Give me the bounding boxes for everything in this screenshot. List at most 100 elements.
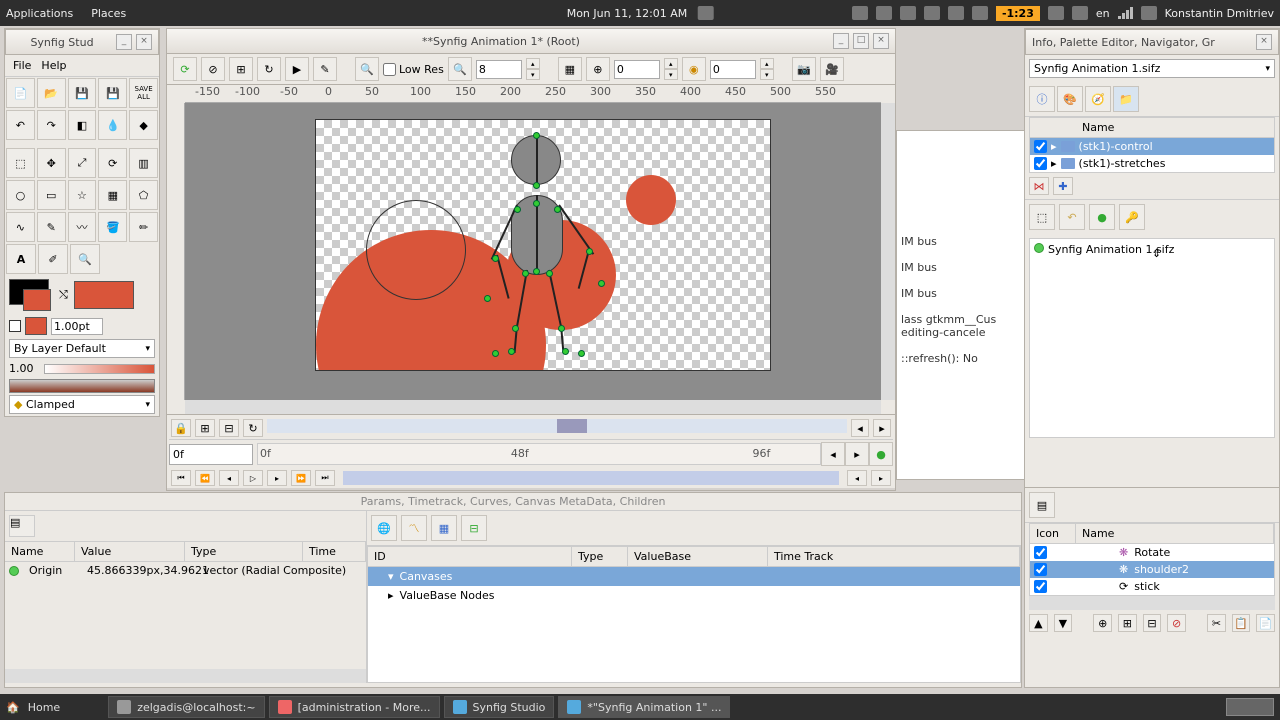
grid-icon[interactable]: ▦ xyxy=(558,57,582,81)
user-icon[interactable] xyxy=(1141,6,1157,20)
seek-left-icon[interactable]: ◂ xyxy=(851,419,869,437)
delete-icon[interactable]: ⊘ xyxy=(1167,614,1186,632)
metadata-icon[interactable]: ▦ xyxy=(431,515,457,541)
seek-start-icon[interactable]: ⏮ xyxy=(171,470,191,486)
select-all-icon[interactable]: ⊞ xyxy=(229,57,253,81)
canvas-content[interactable] xyxy=(315,119,771,371)
home-icon[interactable] xyxy=(900,6,916,20)
tool-a-icon[interactable]: ◧ xyxy=(68,110,97,140)
canvas-titlebar[interactable]: **Synfig Animation 1* (Root) _ □ × xyxy=(166,28,896,54)
redo-icon[interactable]: ↷ xyxy=(37,110,66,140)
tool1-icon[interactable]: ⬚ xyxy=(1029,204,1055,230)
layer-dup-icon[interactable]: ⊟ xyxy=(219,419,239,437)
playback-slider[interactable] xyxy=(343,471,839,485)
quality-up[interactable]: ▴ xyxy=(526,58,540,69)
tree-row[interactable]: ▾Canvases xyxy=(368,567,1020,586)
new-file-icon[interactable]: 📄 xyxy=(6,78,35,108)
fill-tool-icon[interactable]: 🪣 xyxy=(98,212,127,242)
resize-cursor-icon[interactable]: ⇕ xyxy=(1152,247,1161,260)
close-button[interactable]: × xyxy=(136,34,152,50)
save-all-button[interactable]: SAVE ALL xyxy=(129,78,158,108)
lower-icon[interactable]: ▼ xyxy=(1054,614,1073,632)
tool4-icon[interactable]: 🔑 xyxy=(1119,204,1145,230)
maximize-button[interactable]: □ xyxy=(853,33,869,49)
record-icon[interactable]: 🎥 xyxy=(820,57,844,81)
bottom-dock-tabs[interactable]: Params, Timetrack, Curves, Canvas MetaDa… xyxy=(5,493,1021,511)
seek-back-key-icon[interactable]: ⏪ xyxy=(195,470,215,486)
tool2-icon[interactable]: ↶ xyxy=(1059,204,1085,230)
field2[interactable] xyxy=(710,60,756,79)
user-name[interactable]: Konstantin Dmitriev xyxy=(1165,7,1274,20)
refresh-icon[interactable]: ⟳ xyxy=(173,57,197,81)
onion-icon[interactable]: ◉ xyxy=(682,57,706,81)
task-button[interactable]: Synfig Studio xyxy=(444,696,555,718)
link-icon[interactable]: ⋈ xyxy=(1029,177,1049,195)
zoom-in-icon[interactable]: 🔍 xyxy=(448,57,472,81)
clock[interactable]: Mon Jun 11, 12:01 AM xyxy=(567,7,688,20)
add-icon[interactable]: ✚ xyxy=(1053,177,1073,195)
about-icon[interactable]: ◆ xyxy=(129,110,158,140)
cut-icon[interactable]: ✂ xyxy=(1207,614,1226,632)
width-tool-icon[interactable]: 〰 xyxy=(68,212,97,242)
drop-icon[interactable]: 💧 xyxy=(98,110,127,140)
curves-icon[interactable]: 〽 xyxy=(401,515,427,541)
time-input[interactable] xyxy=(169,444,253,465)
layer-up-icon[interactable]: ⊞ xyxy=(195,419,215,437)
expand-icon[interactable]: ▸ xyxy=(1051,140,1057,153)
open-file-icon[interactable]: 📂 xyxy=(37,78,66,108)
network-icon[interactable] xyxy=(948,6,964,20)
rotate-tool-icon[interactable]: ⟳ xyxy=(98,148,127,178)
seek-r2-icon[interactable]: ▸ xyxy=(871,470,891,486)
calendar-icon[interactable] xyxy=(697,6,713,20)
mirror-tool-icon[interactable]: ▥ xyxy=(129,148,158,178)
minimize-button[interactable]: _ xyxy=(833,33,849,49)
duplicate-icon[interactable]: ⊕ xyxy=(1093,614,1112,632)
raise-icon[interactable]: ▲ xyxy=(1029,614,1048,632)
battery-indicator[interactable]: -1:23 xyxy=(996,6,1040,21)
canvas-viewport[interactable] xyxy=(185,103,881,400)
paste-icon[interactable]: 📄 xyxy=(1256,614,1275,632)
render-icon[interactable]: ✎ xyxy=(313,57,337,81)
applications-menu[interactable]: Applications xyxy=(6,7,73,20)
zoom-tool-icon[interactable]: 🔍 xyxy=(70,244,100,274)
save-icon[interactable]: 💾 xyxy=(68,78,97,108)
line-width-input[interactable] xyxy=(51,318,103,335)
tool3-icon[interactable]: ● xyxy=(1089,204,1115,230)
keyboard-layout[interactable]: en xyxy=(1096,7,1110,20)
task-button[interactable]: zelgadis@localhost:~ xyxy=(108,696,264,718)
vertical-scrollbar[interactable] xyxy=(881,103,895,400)
table-row[interactable]: ❋Rotate xyxy=(1030,544,1274,561)
right-dock-titlebar[interactable]: Info, Palette Editor, Navigator, Gr × xyxy=(1025,29,1279,55)
tree-row[interactable]: ▸ValueBase Nodes xyxy=(368,586,1020,605)
places-menu[interactable]: Places xyxy=(91,7,126,20)
interpolation-combo[interactable]: ◆ Clamped▾ xyxy=(9,395,155,414)
info-tab-icon[interactable]: ⓘ xyxy=(1029,86,1055,112)
undo-icon[interactable]: ↶ xyxy=(6,110,35,140)
eyedrop-tool-icon[interactable]: ✐ xyxy=(38,244,68,274)
workspace-switcher[interactable] xyxy=(1226,698,1274,716)
params-hscroll[interactable] xyxy=(5,669,366,683)
field1[interactable] xyxy=(614,60,660,79)
move-tool-icon[interactable]: ✥ xyxy=(37,148,66,178)
quality-field[interactable] xyxy=(476,60,522,79)
fill-color-swatch[interactable] xyxy=(23,289,51,311)
preview-icon[interactable]: ▶ xyxy=(285,57,309,81)
file-combo[interactable]: Synfig Animation 1.sifz▾ xyxy=(1029,59,1275,78)
help-menu[interactable]: Help xyxy=(41,59,66,72)
updates-icon[interactable] xyxy=(972,6,988,20)
gradient-preview[interactable] xyxy=(9,379,155,393)
sketch-tool-icon[interactable]: ✏ xyxy=(129,212,158,242)
seek-fwd-key-icon[interactable]: ⏩ xyxy=(291,470,311,486)
table-row[interactable]: ❋shoulder2 xyxy=(1030,561,1274,578)
mic-icon[interactable] xyxy=(852,6,868,20)
clipboard-icon[interactable] xyxy=(924,6,940,20)
chat-icon[interactable] xyxy=(1072,6,1088,20)
rectangle-tool-icon[interactable]: ▭ xyxy=(37,180,66,210)
children-icon[interactable]: ⊟ xyxy=(461,515,487,541)
globe-icon[interactable]: 🌐 xyxy=(371,515,397,541)
seek-end-icon[interactable]: ⏭ xyxy=(315,470,335,486)
bg-swatch[interactable] xyxy=(9,320,21,332)
seek-fwd-icon[interactable]: ▸ xyxy=(267,470,287,486)
param-row[interactable]: Origin 45.866339px,34.9621 vector (Radia… xyxy=(5,562,366,579)
key-next-icon[interactable]: ▸ xyxy=(845,442,869,466)
